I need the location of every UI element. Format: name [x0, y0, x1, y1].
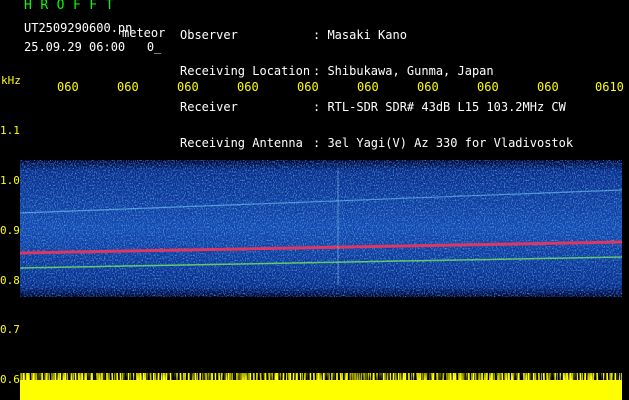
app-title: HROFFT: [24, 0, 122, 13]
location-label: Receiving Location: [180, 64, 311, 78]
freq-tick-label: 1.0: [0, 174, 20, 187]
time-tick-label: 060: [117, 80, 139, 94]
antenna-label: Receiving Antenna: [180, 136, 303, 150]
freq-tick-label: 1.1: [0, 124, 20, 137]
noise-texture: [20, 160, 622, 297]
location-value: : Shibukawa, Gunma, Japan: [313, 64, 494, 78]
time-tick-label: 060: [357, 80, 379, 94]
time-tick-label: 060: [237, 80, 259, 94]
freq-tick-label: 0.8: [0, 274, 20, 287]
frequency-unit-label: kHz: [1, 74, 21, 87]
time-tick-label: 0610: [595, 80, 624, 94]
power-level-bars: [20, 373, 622, 400]
receiver-label: Receiver: [180, 100, 238, 114]
filename-label: UT2509290600.pn: [24, 21, 133, 35]
receiver-value: : RTL-SDR SDR# 43dB L15 103.2MHz CW: [313, 100, 566, 114]
datetime-label: 25.09.29 06:00 0_: [24, 40, 162, 54]
time-tick-label: 060: [477, 80, 499, 94]
time-tick-label: 060: [57, 80, 79, 94]
time-tick-label: 060: [417, 80, 439, 94]
meteor-label: meteor: [122, 26, 166, 40]
time-tick-label: 060: [537, 80, 559, 94]
station-param-values: : Masaki Kano : Shibukawa, Gunma, Japan …: [313, 5, 573, 161]
power-level-peaks: [20, 373, 622, 385]
antenna-value: : 3el Yagi(V) Az 330 for Vladivostok: [313, 136, 574, 150]
spectrogram-waterfall: [20, 160, 622, 297]
freq-tick-label: 0.7: [0, 323, 20, 336]
observer-value: : Masaki Kano: [313, 28, 407, 42]
freq-tick-label: 0.9: [0, 224, 20, 237]
time-tick-label: 060: [297, 80, 319, 94]
time-tick-label: 060: [177, 80, 199, 94]
freq-tick-label: 0.6: [0, 373, 20, 386]
observer-label: Observer: [180, 28, 238, 42]
